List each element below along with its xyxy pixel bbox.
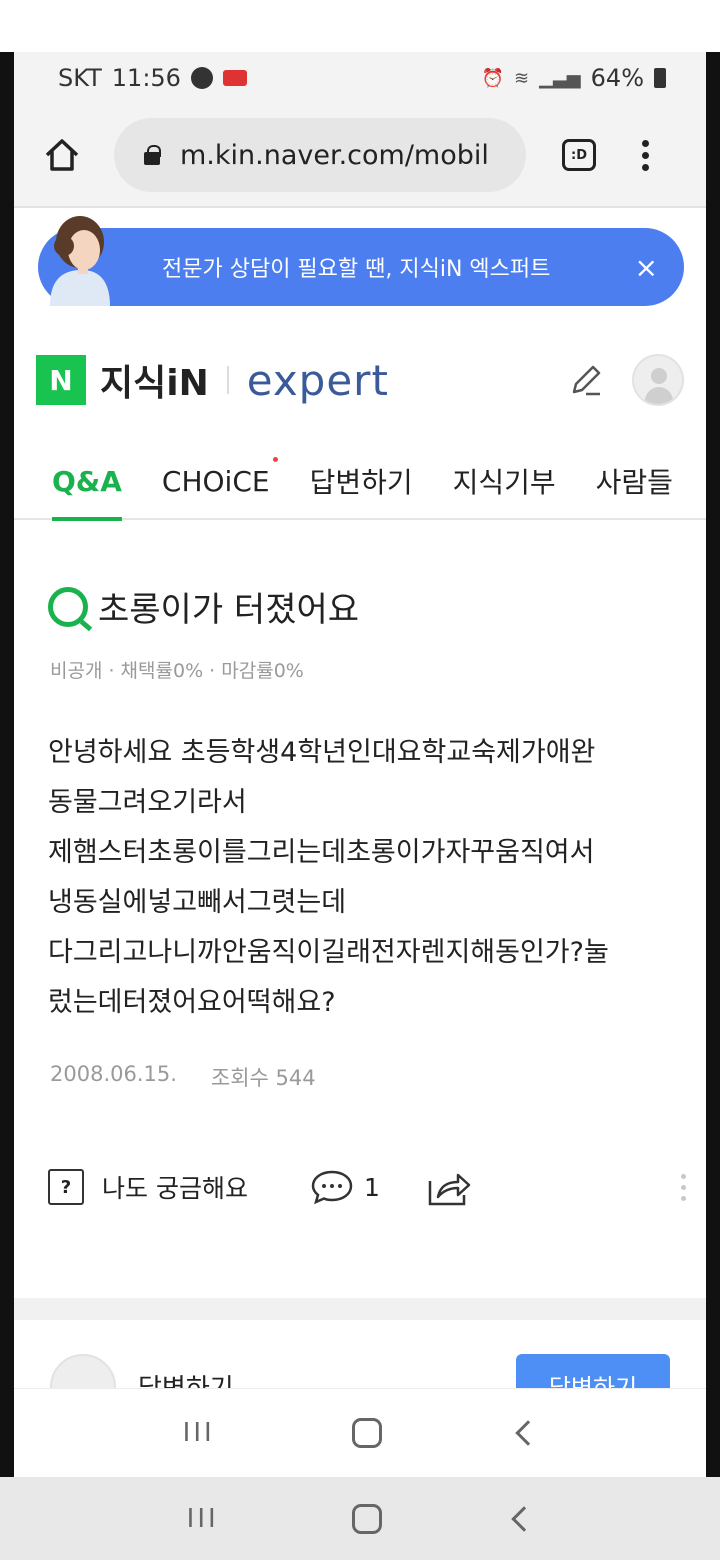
browser-toolbar: m.kin.naver.com/mobil :D: [14, 104, 706, 208]
wifi-icon: ≋: [514, 67, 530, 89]
url-text: m.kin.naver.com/mobil: [180, 139, 489, 171]
carrier: SKT: [58, 64, 102, 92]
question-title: 초롱이가 터졌어요: [48, 582, 359, 631]
alarm-icon: ⏰: [481, 67, 505, 89]
home-icon: [45, 139, 79, 171]
question-body: 안녕하세요 초등학생4학년인대요학교숙제가애완 동물그려오기라서 제햄스터초롱이…: [48, 728, 688, 1028]
body-line: 안녕하세요 초등학생4학년인대요학교숙제가애완: [48, 737, 596, 768]
comment-count: 1: [363, 1172, 380, 1202]
lock-icon: [144, 145, 161, 165]
answer-avatar: [50, 1354, 116, 1388]
logo-divider: [226, 366, 229, 394]
dot-icon: [681, 1184, 686, 1190]
tab-people[interactable]: 사람들: [596, 443, 673, 519]
question-actions: ? 나도 궁금해요 1: [48, 1162, 688, 1212]
recent-apps-button[interactable]: III: [187, 1504, 219, 1534]
tab-choice-label: CHOiCE: [161, 464, 270, 498]
recent-apps-button[interactable]: III: [183, 1418, 215, 1448]
back-button[interactable]: [515, 1420, 542, 1446]
tabs-button[interactable]: :D: [562, 139, 596, 171]
counselor-illustration: [50, 216, 110, 306]
pencil-icon[interactable]: [566, 360, 606, 400]
body-line: 동물그려오기라서: [48, 787, 247, 818]
battery-icon: [654, 68, 666, 88]
dot-icon: [642, 163, 649, 171]
overflow-menu-button[interactable]: [642, 139, 649, 171]
expert-promo-banner[interactable]: 전문가 상담이 필요할 땐, 지식iN 엑스퍼트 ×: [38, 216, 684, 306]
talk-notification-icon: [190, 67, 213, 89]
write-answer-button[interactable]: 답변하기: [516, 1354, 670, 1388]
tab-donation[interactable]: 지식기부: [453, 443, 556, 519]
body-line: 제햄스터초롱이를그리는데초롱이가자꾸움직여서: [48, 837, 595, 868]
site-header: N 지식iN expert: [14, 340, 706, 420]
home-button[interactable]: [40, 133, 84, 177]
status-bar: SKT 11:56 ⏰ ≋ ▁▃▅ 64%: [14, 52, 706, 104]
back-button[interactable]: [511, 1505, 538, 1532]
more-options-button[interactable]: [681, 1173, 686, 1201]
answer-section: 답변하기 답변하기: [14, 1320, 706, 1388]
me-too-icon[interactable]: ?: [48, 1169, 84, 1205]
tab-answer[interactable]: 답변하기: [310, 443, 413, 519]
question-meta: 비공개 · 채택률0% · 마감률0%: [50, 660, 304, 682]
question-q-icon: [48, 586, 88, 627]
dot-icon: [681, 1173, 686, 1179]
system-nav-bar: III: [14, 1388, 706, 1477]
comment-icon[interactable]: [310, 1169, 354, 1205]
signal-icon: ▁▃▅: [539, 67, 581, 89]
tab-choice[interactable]: CHOiCE: [161, 443, 278, 519]
outer-system-nav-bar: III: [0, 1477, 720, 1560]
body-line: 다그리고나니까안움직이길래전자렌지해동인가?눌: [48, 937, 609, 968]
dot-icon: [642, 151, 649, 159]
naver-logo[interactable]: N: [36, 355, 86, 405]
home-nav-button[interactable]: [352, 1503, 382, 1534]
question-title-text: 초롱이가 터졌어요: [98, 590, 360, 630]
section-divider: [14, 1298, 706, 1320]
answer-label: 답변하기: [138, 1368, 234, 1388]
banner-close-button[interactable]: ×: [635, 251, 658, 284]
top-margin: [0, 0, 720, 52]
body-line: 렀는데터졌어요어떡해요?: [48, 987, 336, 1018]
share-icon[interactable]: [426, 1167, 472, 1207]
profile-avatar[interactable]: [632, 354, 684, 406]
clock: 11:56: [111, 64, 181, 92]
kin-logo[interactable]: 지식iN: [100, 354, 209, 406]
category-tabs: Q&A CHOiCE 답변하기 지식기부 사람들: [14, 443, 706, 521]
expert-logo[interactable]: expert: [247, 356, 389, 405]
question-date: 2008.06.15.: [50, 1062, 177, 1086]
screen: SKT 11:56 ⏰ ≋ ▁▃▅ 64% m.kin.naver.com/mo…: [14, 52, 706, 1477]
body-line: 냉동실에넣고빼서그렷는데: [48, 887, 347, 918]
banner-text: 전문가 상담이 필요할 땐, 지식iN 엑스퍼트: [162, 257, 551, 282]
view-count: 조회수 544: [210, 1066, 316, 1090]
address-bar[interactable]: m.kin.naver.com/mobil: [114, 118, 526, 192]
me-too-button[interactable]: 나도 궁금해요: [102, 1169, 248, 1205]
phone-frame: SKT 11:56 ⏰ ≋ ▁▃▅ 64% m.kin.naver.com/mo…: [0, 52, 720, 1477]
dot-icon: [681, 1195, 686, 1201]
youtube-notification-icon: [222, 70, 247, 86]
tab-qna[interactable]: Q&A: [52, 443, 122, 521]
new-dot: [272, 457, 278, 462]
dot-icon: [642, 139, 649, 147]
battery-percent: 64%: [590, 64, 644, 92]
question-date-views: 2008.06.15. 조회수 544: [50, 1062, 316, 1092]
home-nav-button[interactable]: [352, 1418, 382, 1448]
